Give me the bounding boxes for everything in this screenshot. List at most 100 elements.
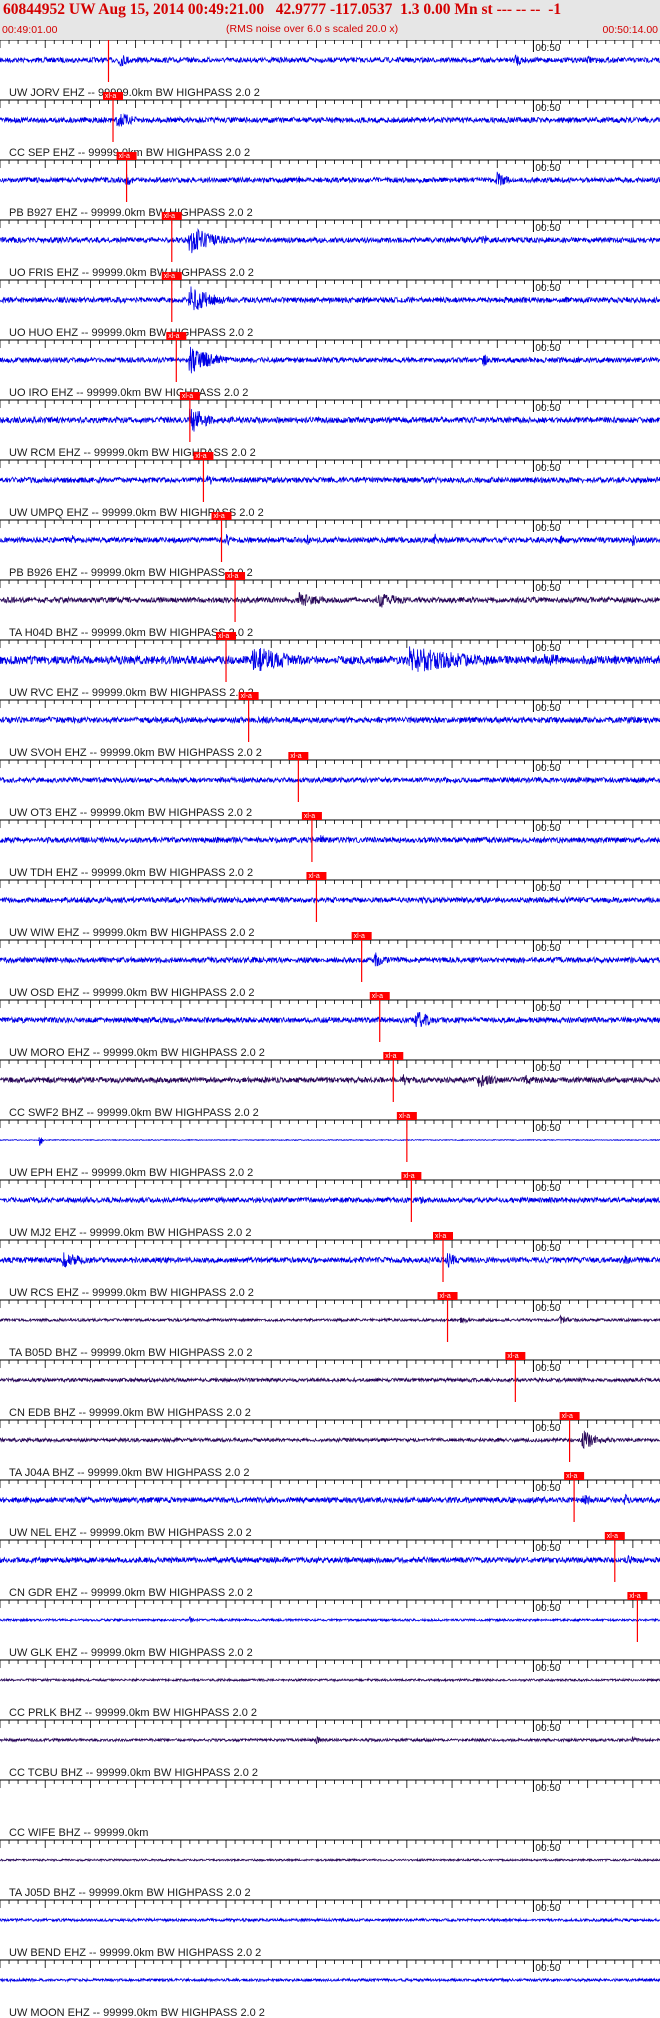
pick-label: xl-a <box>403 1173 414 1180</box>
trace-label: CC TCBU BHZ -- 99999.0km BW HIGHPASS 2.0… <box>9 1767 258 1779</box>
waveform <box>0 171 660 186</box>
waveform <box>0 834 660 845</box>
trace-label: UW MOON EHZ -- 99999.0km BW HIGHPASS 2.0… <box>9 2007 265 2018</box>
waveform <box>0 646 660 672</box>
time-mark-label: 00:50 <box>535 1543 560 1554</box>
trace-label: UW RVC EHZ -- 99999.0km BW HIGHPASS 2.0 … <box>9 687 254 699</box>
time-mark-label: 00:50 <box>535 1843 560 1854</box>
pick-label: xl-a <box>119 153 130 160</box>
trace-row-22: 00:50 CN EDB BHZ -- 99999.0km BW HIGHPASS… <box>0 1352 660 1419</box>
pick-label: xl-a <box>168 333 179 340</box>
waveform <box>0 715 660 725</box>
trace-label: UW BEND EHZ -- 99999.0km BW HIGHPASS 2.0… <box>9 1947 261 1959</box>
waveform <box>0 1074 660 1088</box>
pick-label: xl-a <box>566 1473 577 1480</box>
pick-label: xl-a <box>607 1533 618 1540</box>
trace-row-24: 00:50 UW NEL EHZ -- 99999.0km BW HIGHPASS… <box>0 1472 660 1539</box>
time-mark-label: 00:50 <box>535 703 560 714</box>
trace-row-9: 00:50TA H04D BHZ -- 99999.0km BW HIGHPAS… <box>0 572 660 639</box>
pick-label: xl-a <box>218 633 229 640</box>
trace-row-10: 00:50 UW RVC EHZ -- 99999.0km BW HIGHPASS… <box>0 632 660 699</box>
trace-label: UW SVOH EHZ -- 99999.0km BW HIGHPASS 2.0… <box>9 747 262 759</box>
waveform <box>0 1677 660 1683</box>
trace-label: UW TDH EHZ -- 99999.0km BW HIGHPASS 2.0 … <box>9 867 253 879</box>
time-mark-label: 00:50 <box>535 1063 560 1074</box>
start-time: 00:49:01.00 <box>2 24 58 36</box>
trace-label: CC PRLK BHZ -- 99999.0km BW HIGHPASS 2.0… <box>9 1707 257 1719</box>
trace-row-21: 00:50 TA B05D BHZ -- 99999.0km BW HIGHPAS… <box>0 1292 660 1359</box>
trace-row-25: 00:50 CN GDR EHZ -- 99999.0km BW HIGHPASS… <box>0 1532 660 1599</box>
trace-label: UW EPH EHZ -- 99999.0km BW HIGHPASS 2.0 … <box>9 1167 253 1179</box>
trace-label: PB B926 EHZ -- 99999.0km BW HIGHPASS 2.0… <box>9 567 253 579</box>
pick-label: xl-a <box>435 1233 446 1240</box>
trace-label: CC WIFE BHZ -- 99999.0km <box>9 1827 148 1839</box>
trace-label: TA J04A BHZ -- 99999.0km BW HIGHPASS 2.0… <box>9 1467 249 1479</box>
waveform <box>0 1376 660 1384</box>
trace-label: UW NEL EHZ -- 99999.0km BW HIGHPASS 2.0 … <box>9 1527 252 1539</box>
pick-label: xl-a <box>372 993 383 1000</box>
plot-header: 60844952 UW Aug 15, 2014 00:49:21.00 42.… <box>0 0 660 40</box>
waveform <box>0 1314 660 1324</box>
trace-row-27: 00:50 CC PRLK BHZ -- 99999.0km BW HIGHPAS… <box>0 1659 660 1719</box>
trace-label: UW JORV EHZ -- 99999.0km BW HIGHPASS 2.0… <box>9 87 260 99</box>
trace-row-19: 00:50 UW MJ2 EHZ -- 99999.0km BW HIGHPASS… <box>0 1172 660 1239</box>
time-mark-label: 00:50 <box>535 643 560 654</box>
trace-label: UO HUO EHZ -- 99999.0km BW HIGHPASS 2.0 … <box>9 327 253 339</box>
pick-label: xl-a <box>629 1593 640 1600</box>
time-mark-label: 00:50 <box>535 883 560 894</box>
trace-row-31: 00:50 UW BEND EHZ -- 99999.0km BW HIGHPAS… <box>0 1899 660 1959</box>
time-mark-label: 00:50 <box>535 1723 560 1734</box>
time-mark-label: 00:50 <box>535 1663 560 1674</box>
end-time: 00:50:14.00 <box>602 24 658 36</box>
trace-row-16: 00:50 UW MORO EHZ -- 99999.0km BW HIGHPAS… <box>0 992 660 1059</box>
waveform <box>0 346 660 374</box>
trace-row-23: 00:50 TA J04A BHZ -- 99999.0km BW HIGHPAS… <box>0 1412 660 1479</box>
pick-label: xl-a <box>214 513 225 520</box>
trace-row-4: 00:50 UO HUO EHZ -- 99999.0km BW HIGHPASS… <box>0 272 660 339</box>
waveform <box>0 1252 660 1268</box>
trace-label: UW MORO EHZ -- 99999.0km BW HIGHPASS 2.0… <box>9 1047 265 1059</box>
time-mark-label: 00:50 <box>535 1123 560 1134</box>
waveform <box>0 1012 660 1028</box>
pick-label: xl-a <box>304 813 315 820</box>
time-mark-label: 00:50 <box>535 403 560 414</box>
pick-label: xl-a <box>562 1413 573 1420</box>
trace-row-12: 00:50 UW OT3 EHZ -- 99999.0km BW HIGHPASS… <box>0 752 660 819</box>
waveform <box>0 1554 660 1565</box>
waveform <box>0 1857 660 1863</box>
scaling-note: (RMS noise over 6.0 s scaled 20.0 x) <box>226 23 399 35</box>
time-mark-label: 00:50 <box>535 103 560 114</box>
trace-label: TA J05D BHZ -- 99999.0km BW HIGHPASS 2.0… <box>9 1887 251 1899</box>
pick-label: xl-a <box>354 933 365 940</box>
time-mark-label: 00:50 <box>535 343 560 354</box>
time-mark-label: 00:50 <box>535 1603 560 1614</box>
time-mark-label: 00:50 <box>535 943 560 954</box>
pick-label: xl-a <box>440 1293 451 1300</box>
waveform <box>0 1735 660 1745</box>
time-mark-label: 00:50 <box>535 463 560 474</box>
waveform <box>0 1917 660 1923</box>
waveform <box>0 533 660 547</box>
trace-label: UO IRO EHZ -- 99999.0km BW HIGHPASS 2.0 … <box>9 387 248 399</box>
pick-label: xl-a <box>105 93 116 100</box>
waveform <box>0 1430 660 1449</box>
trace-label: UW MJ2 EHZ -- 99999.0km BW HIGHPASS 2.0 … <box>9 1227 251 1239</box>
trace-row-11: 00:50 UW SVOH EHZ -- 99999.0km BW HIGHPAS… <box>0 692 660 759</box>
trace-row-6: 00:50 UW RCM EHZ -- 99999.0km BW HIGHPASS… <box>0 392 660 459</box>
trace-row-5: 00:50 UO IRO EHZ -- 99999.0km BW HIGHPASS… <box>0 332 660 399</box>
time-mark-label: 00:50 <box>535 223 560 234</box>
trace-row-29: 00:50 CC WIFE BHZ -- 99999.0km <box>0 1779 660 1839</box>
trace-label: CC SWF2 BHZ -- 99999.0km BW HIGHPASS 2.0… <box>9 1107 259 1119</box>
trace-row-13: 00:50 UW TDH EHZ -- 99999.0km BW HIGHPASS… <box>0 812 660 879</box>
trace-label: UW GLK EHZ -- 99999.0km BW HIGHPASS 2.0 … <box>9 1647 253 1659</box>
trace-row-2: 00:50 PB B927 EHZ -- 99999.0km BW HIGHPAS… <box>0 152 660 219</box>
pick-label: xl-a <box>164 213 175 220</box>
event-title: 60844952 UW Aug 15, 2014 00:49:21.00 42.… <box>3 1 562 18</box>
pick-label: xl-a <box>182 393 193 400</box>
time-mark-label: 00:50 <box>535 1363 560 1374</box>
pick-label: xl-a <box>399 1113 410 1120</box>
time-mark-label: 00:50 <box>535 1963 560 1974</box>
time-mark-label: 00:50 <box>535 1303 560 1314</box>
pick-label: xl-a <box>385 1053 396 1060</box>
time-mark-label: 00:50 <box>535 1243 560 1254</box>
